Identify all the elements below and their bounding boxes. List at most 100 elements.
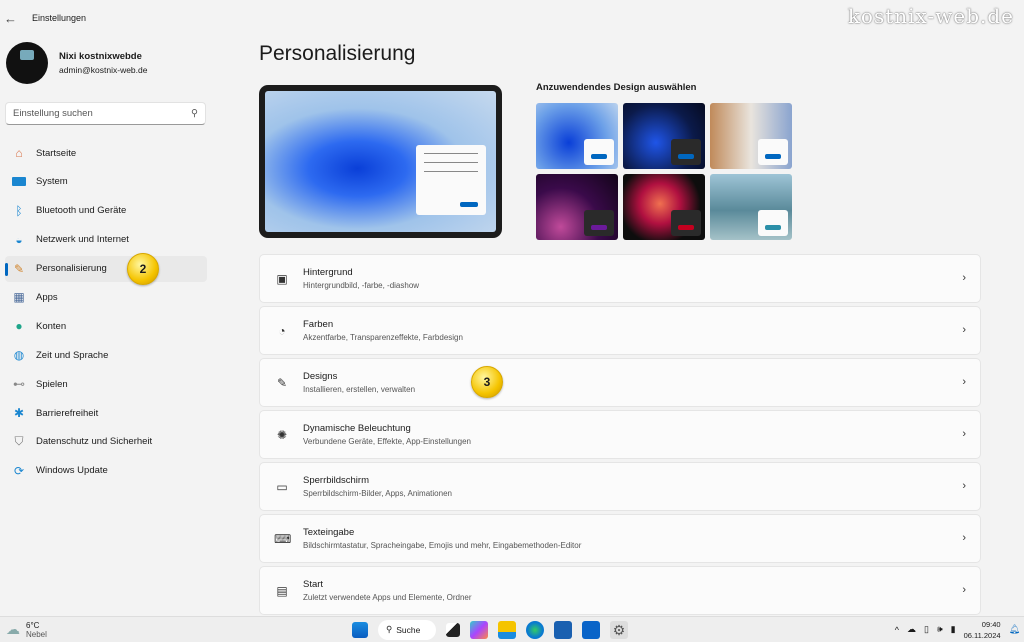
theme-tile[interactable] xyxy=(710,103,792,169)
chevron-up-icon[interactable]: ^ xyxy=(895,625,899,635)
sidebar-item-konten[interactable]: ● Konten xyxy=(5,313,207,339)
card-subtitle: Installieren, erstellen, verwalten xyxy=(303,385,416,394)
gamepad-icon: ⊷ xyxy=(13,377,25,392)
edge-icon[interactable] xyxy=(526,620,544,639)
copilot-icon[interactable] xyxy=(470,620,488,639)
network-icon[interactable]: ▯ xyxy=(924,624,929,635)
card-hintergrund[interactable]: ▣ Hintergrund Hintergrundbild, -farbe, -di… xyxy=(259,254,981,303)
card-designs[interactable]: ✎ Designs Installieren, erstellen, verwalt… xyxy=(259,358,981,407)
card-subtitle: Sperrbildschirm-Bilder, Apps, Animatione… xyxy=(303,489,452,498)
taskbar: ☁ 6°C Nebel ⚲ Suche ⚙ ^ ☁ ▯ 🕪 ▮ 09:40 06.11… xyxy=(0,616,1024,642)
sidebar-item-label: Zeit und Sprache xyxy=(36,349,109,361)
chevron-right-icon: › xyxy=(962,324,966,336)
palette-icon: ◔ xyxy=(278,323,286,338)
file-explorer-icon[interactable] xyxy=(498,620,516,639)
brush-icon: ✎ xyxy=(276,375,288,390)
sidebar-item-label: Bluetooth und Geräte xyxy=(36,205,127,217)
battery-icon[interactable]: ▮ xyxy=(951,624,956,635)
theme-tile[interactable] xyxy=(623,174,705,240)
shield-icon: ⛉ xyxy=(14,434,24,449)
search-icon: ⚲ xyxy=(191,108,198,119)
sidebar-item-label: Spielen xyxy=(36,378,68,390)
user-profile[interactable]: Nixi kostnixwebde admin@kostnix-web.de xyxy=(6,42,147,84)
theme-window-preview xyxy=(584,210,614,236)
bluetooth-icon: ᛒ xyxy=(15,203,23,218)
settings-gear-icon[interactable]: ⚙ xyxy=(610,620,628,639)
back-arrow-icon[interactable]: ← xyxy=(4,11,24,26)
wifi-icon: ◒ xyxy=(15,232,23,247)
design-select-label: Anzuwendendes Design auswählen xyxy=(536,82,697,93)
keyboard-icon: ⌨ xyxy=(274,531,292,546)
theme-grid xyxy=(536,103,792,240)
sidebar-item-system[interactable]: System xyxy=(5,169,207,195)
design-preview xyxy=(259,85,502,238)
theme-window-preview xyxy=(671,139,701,165)
volume-icon[interactable]: 🕪 xyxy=(937,624,943,635)
sidebar-item-label: Apps xyxy=(36,291,58,303)
card-subtitle: Bildschirmtastatur, Spracheingabe, Emoji… xyxy=(303,541,582,550)
sidebar-item-apps[interactable]: ▦ Apps xyxy=(5,284,207,310)
cloud-icon: ☁ xyxy=(6,621,20,637)
theme-window-preview xyxy=(758,210,788,236)
chevron-right-icon: › xyxy=(962,532,966,544)
sidebar-item-startseite[interactable]: ⌂ Startseite xyxy=(5,140,207,166)
sidebar-item-barrierefreiheit[interactable]: ✱ Barrierefreiheit xyxy=(5,400,207,426)
app-title: Einstellungen xyxy=(32,13,87,23)
card-texteingabe[interactable]: ⌨ Texteingabe Bildschirmtastatur, Sprachei… xyxy=(259,514,981,563)
card-title: Designs xyxy=(303,371,338,382)
card-title: Farben xyxy=(303,319,334,330)
sidebar-item-spielen[interactable]: ⊷ Spielen xyxy=(5,371,207,397)
taskbar-search[interactable]: ⚲ Suche xyxy=(378,619,436,640)
sidebar-item-windows-update[interactable]: ⟳ Windows Update xyxy=(5,458,207,484)
windows-start-icon[interactable] xyxy=(352,621,368,638)
sidebar-item-personalisierung[interactable]: ✎ Personalisierung xyxy=(5,255,207,282)
card-subtitle: Hintergrundbild, -farbe, -diashow xyxy=(303,281,420,290)
sidebar-item-label: Konten xyxy=(36,320,67,332)
sidebar-item-label: Personalisierung xyxy=(36,263,107,275)
sidebar-item-datenschutz[interactable]: ⛉ Datenschutz und Sicherheit xyxy=(5,429,207,455)
sidebar-item-label: System xyxy=(36,176,68,188)
settings-search-input[interactable]: Einstellung suchen ⚲ xyxy=(5,102,206,125)
search-icon: ⚲ xyxy=(386,624,393,634)
person-icon: ● xyxy=(15,319,23,334)
sidebar-item-label: Windows Update xyxy=(36,465,108,477)
watermark: kostnix-web.de xyxy=(847,4,1014,28)
theme-tile[interactable] xyxy=(536,174,618,240)
theme-tile[interactable] xyxy=(623,103,705,169)
sidebar-item-bluetooth[interactable]: ᛒ Bluetooth und Geräte xyxy=(5,198,207,224)
clock-time: 09:40 xyxy=(981,619,1001,629)
card-sperrbildschirm[interactable]: ▭ Sperrbildschirm Sperrbildschirm-Bilder, … xyxy=(259,462,981,511)
card-farben[interactable]: ◔ Farben Akzentfarbe, Transparenzeffekte, … xyxy=(259,306,981,355)
start-icon: ▤ xyxy=(276,583,288,598)
notification-bell-icon[interactable]: 🔔︎ xyxy=(1009,624,1020,635)
sidebar-item-label: Barrierefreiheit xyxy=(36,407,99,419)
image-icon: ▣ xyxy=(276,271,288,286)
theme-tile[interactable] xyxy=(536,103,618,169)
theme-tile[interactable] xyxy=(710,174,792,240)
search-placeholder: Einstellung suchen xyxy=(13,108,93,119)
sidebar-item-netzwerk[interactable]: ◒ Netzwerk und Internet xyxy=(5,227,207,253)
taskbar-search-label: Suche xyxy=(396,624,421,635)
outlook-icon[interactable] xyxy=(582,620,600,639)
onedrive-icon[interactable]: ☁ xyxy=(907,624,916,635)
card-dynamische-beleuchtung[interactable]: ✺ Dynamische Beleuchtung Verbundene Geräte… xyxy=(259,410,981,459)
task-view-icon[interactable] xyxy=(446,622,460,637)
home-icon: ⌂ xyxy=(15,146,23,160)
system-tray: ^ ☁ ▯ 🕪 ▮ 09:40 06.11.2024 🔔︎ xyxy=(895,619,1020,641)
monitor-icon xyxy=(11,175,27,189)
chevron-right-icon: › xyxy=(962,584,966,596)
card-start[interactable]: ▤ Start Zuletzt verwendete Apps und Elemen… xyxy=(259,566,981,615)
theme-window-preview xyxy=(758,139,788,165)
sidebar-item-zeit[interactable]: ◍ Zeit und Sprache xyxy=(5,342,207,368)
update-icon: ⟳ xyxy=(13,463,25,478)
brush-icon: ✎ xyxy=(13,261,25,276)
card-title: Sperrbildschirm xyxy=(303,475,369,486)
step-badge-2: 2 xyxy=(127,253,159,285)
weather-widget[interactable]: ☁ 6°C Nebel xyxy=(6,621,47,639)
sidebar-item-label: Startseite xyxy=(36,147,77,159)
theme-window-preview xyxy=(584,139,614,165)
card-title: Hintergrund xyxy=(303,267,353,278)
clock[interactable]: 09:40 06.11.2024 xyxy=(964,619,1001,641)
store-icon[interactable] xyxy=(554,620,572,639)
chevron-right-icon: › xyxy=(962,376,966,388)
